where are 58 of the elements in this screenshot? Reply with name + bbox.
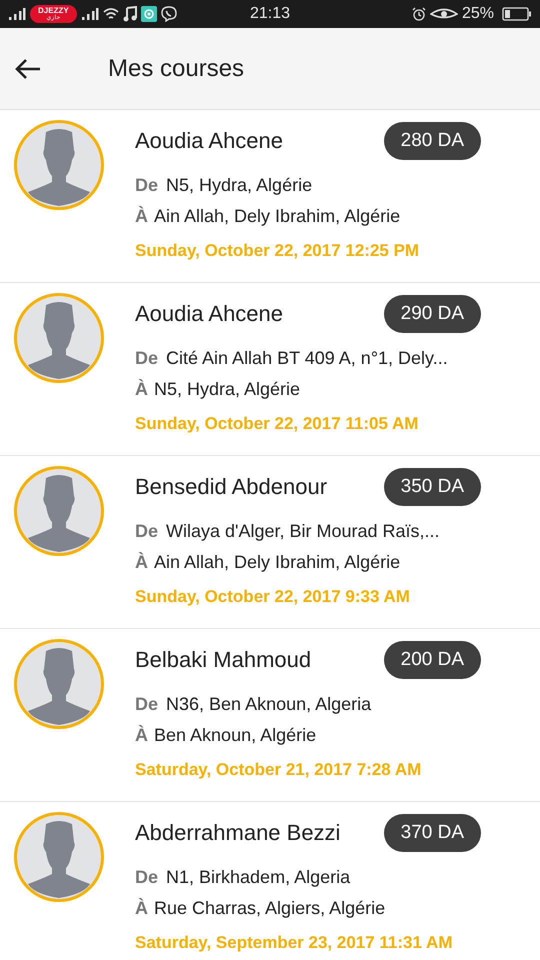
ride-card[interactable]: Belbaki Mahmoud 200 DA De N36, Ben Aknoun, Algeria À Ben Aknoun, Algérie Saturday, October 21, 2017 7:28 AM bbox=[0, 629, 540, 802]
battery-percent: 25% bbox=[462, 4, 494, 24]
to-label: À bbox=[135, 724, 148, 747]
from-label: De bbox=[135, 347, 158, 370]
driver-name: Abderrahmane Bezzi bbox=[135, 819, 340, 847]
signal-icon bbox=[8, 7, 26, 21]
from-address: N1, Birkhadem, Algeria bbox=[166, 866, 350, 889]
driver-name: Aoudia Ahcene bbox=[135, 127, 284, 155]
to-address: Rue Charras, Algiers, Algérie bbox=[154, 897, 386, 920]
ride-date: Sunday, October 22, 2017 11:05 AM bbox=[135, 413, 420, 435]
avatar-icon bbox=[14, 466, 104, 556]
alarm-icon bbox=[412, 7, 426, 21]
ride-date: Saturday, September 23, 2017 11:31 AM bbox=[135, 932, 454, 954]
from-label: De bbox=[135, 520, 158, 543]
from-address: Cité Ain Allah BT 409 A, n°1, Dely... bbox=[166, 347, 448, 370]
phone-bubble-icon bbox=[160, 6, 177, 22]
back-arrow-icon bbox=[15, 58, 41, 80]
from-label: De bbox=[135, 174, 158, 197]
driver-name: Bensedid Abdenour bbox=[135, 473, 328, 501]
app-icon bbox=[140, 6, 157, 22]
to-address: Ben Aknoun, Algérie bbox=[154, 724, 316, 747]
price-tag: 290 DA bbox=[384, 295, 481, 333]
eye-icon bbox=[430, 7, 458, 21]
battery-icon bbox=[502, 7, 532, 21]
ride-card[interactable]: Aoudia Ahcene 280 DA De N5, Hydra, Algérie À Ain Allah, Dely Ibrahim, Algérie Sunday, October 22, 2017 12:25 PM bbox=[0, 110, 540, 283]
music-icon bbox=[122, 6, 137, 22]
clock-time: 21:13 bbox=[248, 4, 292, 24]
avatar-icon bbox=[14, 639, 104, 729]
ride-card[interactable]: Aoudia Ahcene 290 DA De Cité Ain Allah BT 409 A, n°1, Dely... À N5, Hydra, Algérie Sunday, October 22, 2017 11:05 AM bbox=[0, 283, 540, 456]
driver-name: Aoudia Ahcene bbox=[135, 300, 284, 328]
to-label: À bbox=[135, 205, 148, 228]
price-tag: 200 DA bbox=[384, 641, 481, 679]
to-address: N5, Hydra, Algérie bbox=[154, 378, 300, 401]
ride-card[interactable]: Bensedid Abdenour 350 DA De Wilaya d'Alger, Bir Mourad Raïs,... À Ain Allah, Dely Ibrahim, Algérie Sunday, October 22, 2017 9:33 AM bbox=[0, 456, 540, 629]
to-label: À bbox=[135, 897, 148, 920]
to-address: Ain Allah, Dely Ibrahim, Algérie bbox=[154, 551, 400, 574]
ride-date: Saturday, October 21, 2017 7:28 AM bbox=[135, 759, 422, 781]
price-tag: 350 DA bbox=[384, 468, 481, 506]
from-address: N36, Ben Aknoun, Algeria bbox=[166, 693, 372, 716]
from-label: De bbox=[135, 866, 158, 889]
driver-name: Belbaki Mahmoud bbox=[135, 646, 312, 674]
wifi-icon bbox=[102, 7, 119, 21]
page-title: Mes courses bbox=[108, 54, 244, 84]
from-address: Wilaya d'Alger, Bir Mourad Raïs,... bbox=[166, 520, 440, 543]
avatar-icon bbox=[14, 293, 104, 383]
price-tag: 370 DA bbox=[384, 814, 481, 852]
to-address: Ain Allah, Dely Ibrahim, Algérie bbox=[154, 205, 400, 228]
ride-date: Sunday, October 22, 2017 12:25 PM bbox=[135, 240, 420, 262]
avatar-icon bbox=[14, 812, 104, 902]
to-label: À bbox=[135, 378, 148, 401]
signal-icon bbox=[80, 7, 99, 21]
avatar-icon bbox=[14, 120, 104, 210]
from-label: De bbox=[135, 693, 158, 716]
ride-date: Sunday, October 22, 2017 9:33 AM bbox=[135, 586, 411, 608]
price-tag: 280 DA bbox=[384, 122, 481, 160]
to-label: À bbox=[135, 551, 148, 574]
ride-card[interactable]: Abderrahmane Bezzi 370 DA De N1, Birkhadem, Algeria À Rue Charras, Algiers, Algérie Saturday, September 23, 2017 11:31 AM bbox=[0, 802, 540, 960]
from-address: N5, Hydra, Algérie bbox=[166, 174, 312, 197]
